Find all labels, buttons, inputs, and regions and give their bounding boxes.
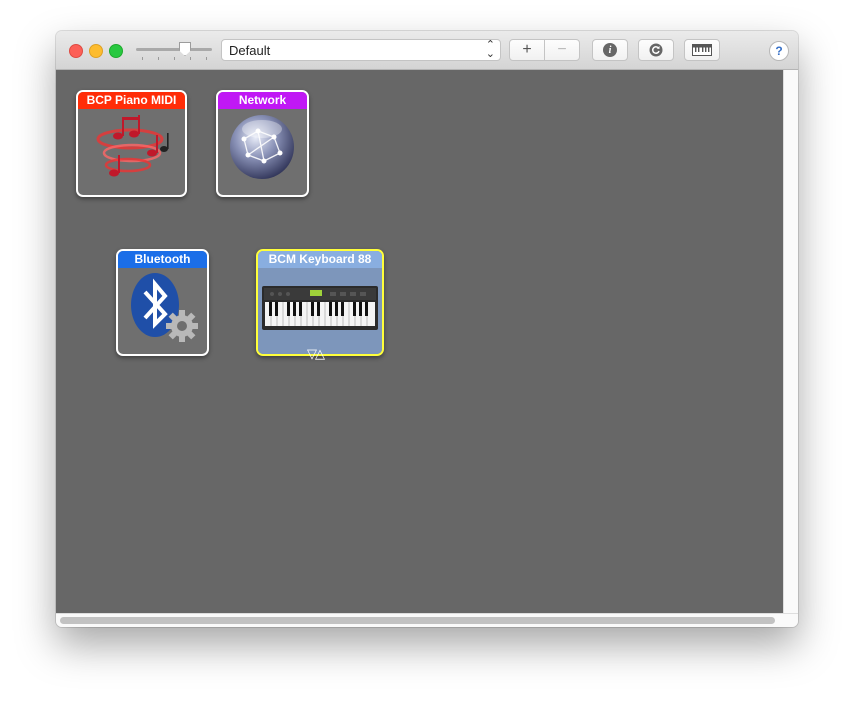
slider-track	[136, 48, 212, 51]
keyboard-icon	[692, 44, 712, 56]
slider-tick	[158, 57, 159, 60]
rescan-button[interactable]	[638, 39, 674, 61]
slider-tick	[174, 57, 175, 60]
minimize-window-button[interactable]	[89, 44, 103, 58]
horizontal-scrollbar[interactable]	[56, 613, 798, 627]
close-window-button[interactable]	[69, 44, 83, 58]
device-title: Bluetooth	[118, 251, 207, 268]
device-bluetooth[interactable]: Bluetooth	[116, 249, 209, 356]
device-title: BCM Keyboard 88	[258, 251, 382, 268]
device-title: Network	[218, 92, 307, 109]
midi-out-port-icon[interactable]: △	[315, 346, 325, 361]
midi-notes-icon	[78, 109, 185, 195]
audio-midi-setup-window: Default ⌃ ⌄ + − i ? BCP Piano MIDI Netwo…	[56, 31, 798, 627]
info-icon: i	[603, 43, 617, 57]
configuration-select[interactable]: Default ⌃ ⌄	[221, 39, 501, 61]
midi-in-port-icon[interactable]: ▽	[307, 346, 317, 361]
bluetooth-gear-icon	[118, 268, 207, 354]
device-bcm-keyboard-88[interactable]: BCM Keyboard 88	[256, 249, 384, 356]
slider-thumb[interactable]	[179, 42, 191, 56]
slider-tick	[206, 57, 207, 60]
add-button[interactable]: +	[509, 39, 545, 61]
horizontal-scroll-thumb[interactable]	[60, 617, 775, 624]
show-info-button[interactable]: i	[592, 39, 628, 61]
slider-tick	[190, 57, 191, 60]
device-title: BCP Piano MIDI	[78, 92, 185, 109]
midi-keyboard-button[interactable]	[684, 39, 720, 61]
icon-size-slider[interactable]	[136, 41, 214, 61]
midi-ports: ▽△	[307, 346, 325, 362]
help-button[interactable]: ?	[769, 41, 789, 61]
toolbar: Default ⌃ ⌄ + − i ?	[56, 31, 798, 70]
device-bcp-piano-midi[interactable]: BCP Piano MIDI	[76, 90, 187, 197]
chevron-updown-icon: ⌃ ⌄	[485, 39, 495, 60]
rescan-icon	[649, 43, 663, 57]
slider-tick	[142, 57, 143, 60]
piano-keyboard-icon	[258, 268, 382, 354]
remove-button[interactable]: −	[544, 39, 580, 61]
device-canvas: BCP Piano MIDI Network Bluetooth BCM Key…	[56, 70, 783, 613]
zoom-window-button[interactable]	[109, 44, 123, 58]
configuration-select-value: Default	[229, 43, 271, 58]
device-network[interactable]: Network	[216, 90, 309, 197]
network-globe-icon	[218, 109, 307, 195]
vertical-scrollbar[interactable]	[783, 70, 798, 613]
